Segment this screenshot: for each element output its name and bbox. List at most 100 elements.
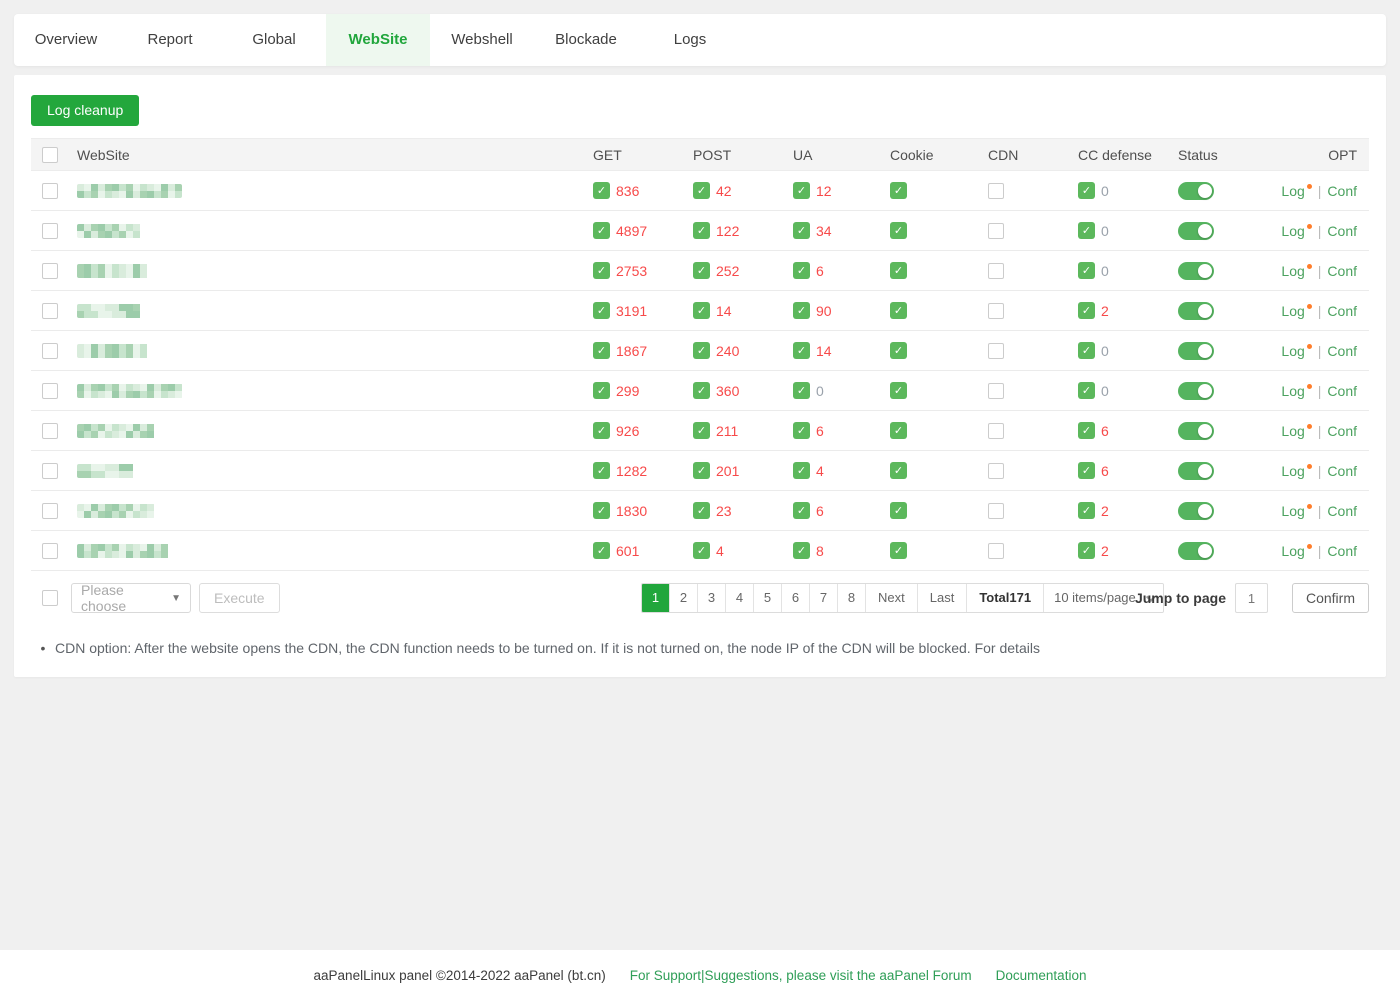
ua-enabled-checkbox[interactable]: ✓ <box>793 342 810 359</box>
status-toggle[interactable] <box>1178 262 1214 280</box>
conf-link[interactable]: Conf <box>1327 263 1357 279</box>
conf-link[interactable]: Conf <box>1327 423 1357 439</box>
conf-link[interactable]: Conf <box>1327 343 1357 359</box>
cdn-checkbox[interactable] <box>988 303 1004 319</box>
confirm-button[interactable]: Confirm <box>1292 583 1369 613</box>
post-enabled-checkbox[interactable]: ✓ <box>693 542 710 559</box>
ua-enabled-checkbox[interactable]: ✓ <box>793 502 810 519</box>
website-name-redacted[interactable] <box>77 304 145 318</box>
website-name-redacted[interactable] <box>77 424 157 438</box>
ua-enabled-checkbox[interactable]: ✓ <box>793 422 810 439</box>
cookie-enabled-checkbox[interactable]: ✓ <box>890 422 907 439</box>
documentation-link[interactable]: Documentation <box>996 968 1087 983</box>
row-select-checkbox[interactable] <box>42 543 58 559</box>
status-toggle[interactable] <box>1178 342 1214 360</box>
tab-global[interactable]: Global <box>222 14 326 66</box>
row-select-checkbox[interactable] <box>42 223 58 239</box>
get-enabled-checkbox[interactable]: ✓ <box>593 182 610 199</box>
cc-defense-enabled-checkbox[interactable]: ✓ <box>1078 262 1095 279</box>
log-link[interactable]: Log <box>1281 223 1311 239</box>
tab-logs[interactable]: Logs <box>638 14 742 66</box>
log-cleanup-button[interactable]: Log cleanup <box>31 95 139 126</box>
status-toggle[interactable] <box>1178 302 1214 320</box>
get-enabled-checkbox[interactable]: ✓ <box>593 342 610 359</box>
page-button-4[interactable]: 4 <box>726 584 754 612</box>
post-enabled-checkbox[interactable]: ✓ <box>693 262 710 279</box>
row-select-checkbox[interactable] <box>42 303 58 319</box>
website-name-redacted[interactable] <box>77 504 155 518</box>
log-link[interactable]: Log <box>1281 423 1311 439</box>
website-name-redacted[interactable] <box>77 184 182 198</box>
cdn-checkbox[interactable] <box>988 263 1004 279</box>
bulk-select-checkbox[interactable] <box>42 590 58 606</box>
cc-defense-enabled-checkbox[interactable]: ✓ <box>1078 342 1095 359</box>
cdn-checkbox[interactable] <box>988 503 1004 519</box>
get-enabled-checkbox[interactable]: ✓ <box>593 542 610 559</box>
get-enabled-checkbox[interactable]: ✓ <box>593 462 610 479</box>
cookie-enabled-checkbox[interactable]: ✓ <box>890 182 907 199</box>
conf-link[interactable]: Conf <box>1327 223 1357 239</box>
page-button-3[interactable]: 3 <box>698 584 726 612</box>
log-link[interactable]: Log <box>1281 463 1311 479</box>
tab-report[interactable]: Report <box>118 14 222 66</box>
status-toggle[interactable] <box>1178 422 1214 440</box>
cookie-enabled-checkbox[interactable]: ✓ <box>890 542 907 559</box>
post-enabled-checkbox[interactable]: ✓ <box>693 382 710 399</box>
cookie-enabled-checkbox[interactable]: ✓ <box>890 502 907 519</box>
status-toggle[interactable] <box>1178 182 1214 200</box>
conf-link[interactable]: Conf <box>1327 503 1357 519</box>
cc-defense-enabled-checkbox[interactable]: ✓ <box>1078 302 1095 319</box>
website-name-redacted[interactable] <box>77 384 183 398</box>
support-forum-link[interactable]: For Support|Suggestions, please visit th… <box>630 968 972 983</box>
ua-enabled-checkbox[interactable]: ✓ <box>793 462 810 479</box>
cc-defense-enabled-checkbox[interactable]: ✓ <box>1078 422 1095 439</box>
tab-overview[interactable]: Overview <box>14 14 118 66</box>
post-enabled-checkbox[interactable]: ✓ <box>693 422 710 439</box>
cc-defense-enabled-checkbox[interactable]: ✓ <box>1078 462 1095 479</box>
row-select-checkbox[interactable] <box>42 183 58 199</box>
get-enabled-checkbox[interactable]: ✓ <box>593 422 610 439</box>
status-toggle[interactable] <box>1178 502 1214 520</box>
log-link[interactable]: Log <box>1281 383 1311 399</box>
cdn-checkbox[interactable] <box>988 543 1004 559</box>
website-name-redacted[interactable] <box>77 224 142 238</box>
execute-button[interactable]: Execute <box>199 583 280 613</box>
get-enabled-checkbox[interactable]: ✓ <box>593 222 610 239</box>
bulk-action-select[interactable]: Please choose ▼ <box>71 583 191 613</box>
post-enabled-checkbox[interactable]: ✓ <box>693 502 710 519</box>
cdn-checkbox[interactable] <box>988 343 1004 359</box>
log-link[interactable]: Log <box>1281 543 1311 559</box>
cdn-checkbox[interactable] <box>988 383 1004 399</box>
next-page-button[interactable]: Next <box>866 584 918 612</box>
ua-enabled-checkbox[interactable]: ✓ <box>793 302 810 319</box>
log-link[interactable]: Log <box>1281 343 1311 359</box>
status-toggle[interactable] <box>1178 542 1214 560</box>
post-enabled-checkbox[interactable]: ✓ <box>693 462 710 479</box>
ua-enabled-checkbox[interactable]: ✓ <box>793 262 810 279</box>
cookie-enabled-checkbox[interactable]: ✓ <box>890 342 907 359</box>
cc-defense-enabled-checkbox[interactable]: ✓ <box>1078 182 1095 199</box>
status-toggle[interactable] <box>1178 222 1214 240</box>
cookie-enabled-checkbox[interactable]: ✓ <box>890 462 907 479</box>
post-enabled-checkbox[interactable]: ✓ <box>693 222 710 239</box>
cc-defense-enabled-checkbox[interactable]: ✓ <box>1078 382 1095 399</box>
cdn-checkbox[interactable] <box>988 423 1004 439</box>
row-select-checkbox[interactable] <box>42 463 58 479</box>
page-button-2[interactable]: 2 <box>670 584 698 612</box>
cc-defense-enabled-checkbox[interactable]: ✓ <box>1078 502 1095 519</box>
cc-defense-enabled-checkbox[interactable]: ✓ <box>1078 542 1095 559</box>
page-button-1[interactable]: 1 <box>642 584 670 612</box>
ua-enabled-checkbox[interactable]: ✓ <box>793 182 810 199</box>
ua-enabled-checkbox[interactable]: ✓ <box>793 542 810 559</box>
ua-enabled-checkbox[interactable]: ✓ <box>793 382 810 399</box>
cdn-checkbox[interactable] <box>988 183 1004 199</box>
cdn-checkbox[interactable] <box>988 223 1004 239</box>
row-select-checkbox[interactable] <box>42 343 58 359</box>
status-toggle[interactable] <box>1178 462 1214 480</box>
page-button-6[interactable]: 6 <box>782 584 810 612</box>
tab-webshell[interactable]: Webshell <box>430 14 534 66</box>
log-link[interactable]: Log <box>1281 303 1311 319</box>
get-enabled-checkbox[interactable]: ✓ <box>593 502 610 519</box>
cdn-checkbox[interactable] <box>988 463 1004 479</box>
page-button-7[interactable]: 7 <box>810 584 838 612</box>
